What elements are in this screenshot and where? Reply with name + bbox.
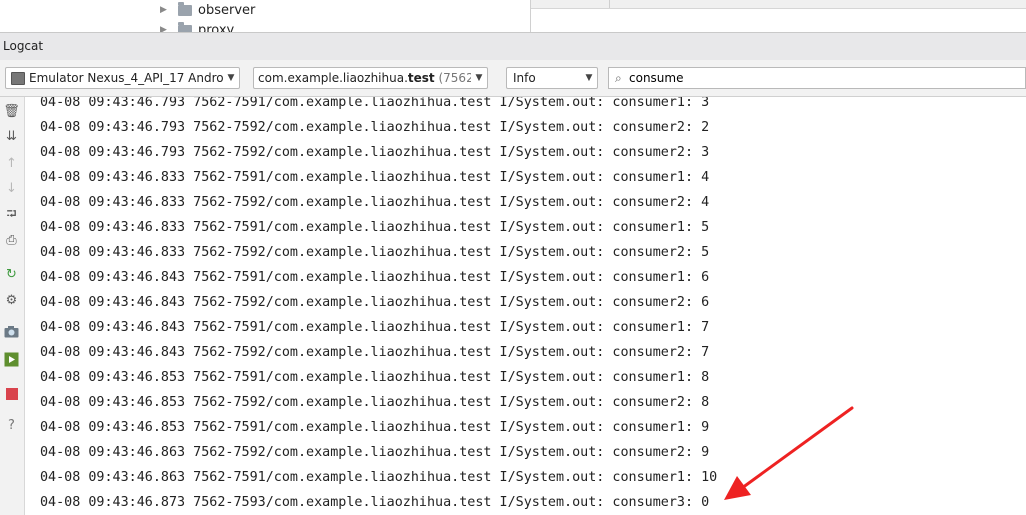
log-line: 04-08 09:43:46.853 7562-7591/com.example… [40,420,710,435]
help-icon[interactable]: ? [3,417,20,434]
process-pid: (7562) [438,71,471,85]
log-line: 04-08 09:43:46.843 7562-7592/com.example… [40,295,710,310]
trash-icon[interactable]: 🗑 [3,103,20,120]
soft-wrap-icon[interactable]: ⮒ [3,207,20,224]
log-line: 04-08 09:43:46.833 7562-7592/com.example… [40,195,710,210]
chevron-down-icon[interactable]: ▼ [223,73,239,83]
logcat-side-toolbar: 🗑 ⇊ ↑ ↓ ⮒ ⎙ ↻ ⚙ ? [0,97,25,515]
print-icon[interactable]: ⎙ [3,232,20,249]
logcat-toolbar: Emulator Nexus_4_API_17 Andro ▼ com.exam… [0,60,1026,97]
log-line: 04-08 09:43:46.843 7562-7591/com.example… [40,270,710,285]
process-selector-value: com.example.liaozhihua.test (7562) [254,71,471,85]
editor-area: ▶ observer ▶ proxy [0,0,1026,32]
stop-icon[interactable] [3,385,20,402]
up-arrow-icon[interactable]: ↑ [3,155,20,172]
search-icon[interactable]: ⌕ [615,71,629,86]
divider [609,0,610,8]
log-line: 04-08 09:43:46.853 7562-7591/com.example… [40,370,710,385]
log-level-selector[interactable]: Info ▼ [506,67,598,89]
emulator-device-icon [11,71,25,85]
device-selector[interactable]: Emulator Nexus_4_API_17 Andro ▼ [5,67,240,89]
expand-arrow-icon[interactable]: ▶ [160,25,170,32]
chevron-down-icon[interactable]: ▼ [471,73,487,83]
log-line: 04-08 09:43:46.793 7562-7592/com.example… [40,120,710,135]
log-line: 04-08 09:43:46.833 7562-7591/com.example… [40,220,710,235]
screenshot-icon[interactable] [3,323,20,340]
scroll-to-end-icon[interactable]: ⇊ [3,128,20,145]
log-line: 04-08 09:43:46.853 7562-7592/com.example… [40,395,710,410]
project-tree: ▶ observer ▶ proxy [0,0,531,32]
log-line: 04-08 09:43:46.843 7562-7592/com.example… [40,345,710,360]
search-field[interactable]: ⌕ consume [608,67,1026,89]
log-level-value: Info [513,71,536,85]
package-name: com.example.liaozhihua. [258,71,408,85]
log-output[interactable]: 04-08 09:43:46.793 7562-7591/com.example… [25,97,1026,515]
down-arrow-icon[interactable]: ↓ [3,180,20,197]
process-selector[interactable]: com.example.liaozhihua.test (7562) ▼ [253,67,488,89]
logcat-title-bar: Logcat [0,32,1026,61]
expand-arrow-icon[interactable]: ▶ [160,5,170,15]
log-line: 04-08 09:43:46.793 7562-7592/com.example… [40,145,710,160]
panel-title: Logcat [3,39,44,53]
tree-item-proxy[interactable]: ▶ proxy [160,21,234,32]
settings-icon[interactable]: ⚙ [3,292,20,309]
folder-icon [178,21,192,32]
log-line: 04-08 09:43:46.843 7562-7591/com.example… [40,320,710,335]
chevron-down-icon[interactable]: ▼ [581,73,597,83]
folder-icon [178,1,192,16]
log-line: 04-08 09:43:46.873 7562-7593/com.example… [40,495,710,510]
search-input-value[interactable]: consume [629,71,683,85]
restart-icon[interactable]: ↻ [3,266,20,283]
device-selector-value: Emulator Nexus_4_API_17 Andro [29,71,223,85]
log-line: 04-08 09:43:46.863 7562-7592/com.example… [40,445,710,460]
log-line: 04-08 09:43:46.833 7562-7592/com.example… [40,245,710,260]
package-name-bold: test [407,71,435,85]
annotation-arrow [724,406,854,500]
screen-record-icon[interactable] [3,351,20,368]
log-line: 04-08 09:43:46.863 7562-7591/com.example… [40,470,718,485]
tree-item-label: proxy [198,22,235,33]
tree-item-label: observer [198,2,256,18]
log-line: 04-08 09:43:46.793 7562-7591/com.example… [40,97,710,110]
tree-item-observer[interactable]: ▶ observer [160,1,255,19]
editor-tab-strip [531,0,1026,9]
log-line: 04-08 09:43:46.833 7562-7591/com.example… [40,170,710,185]
